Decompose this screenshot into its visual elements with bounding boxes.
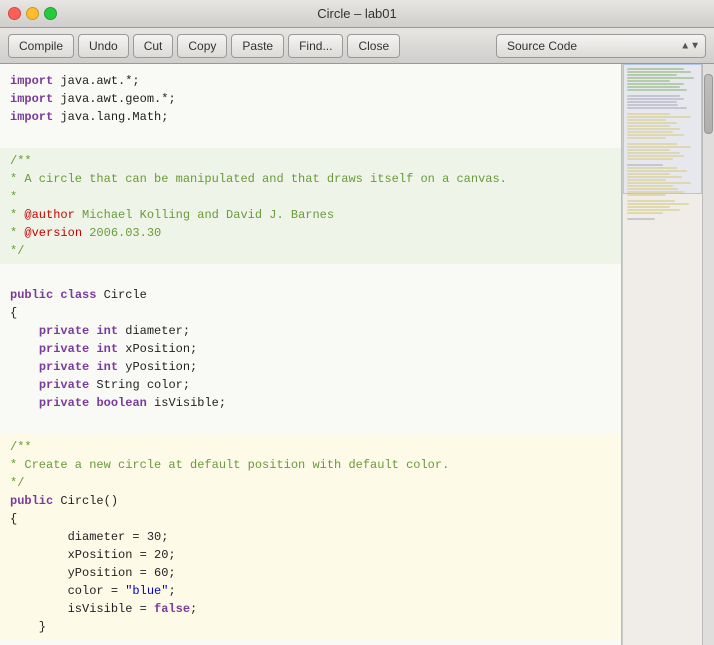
- compile-button[interactable]: Compile: [8, 34, 74, 58]
- title-bar: Circle – lab01: [0, 0, 714, 28]
- paste-button[interactable]: Paste: [231, 34, 284, 58]
- imports: import java.awt.*;import java.awt.geom.*…: [10, 72, 611, 126]
- fields: private int diameter; private int xPosit…: [10, 322, 611, 412]
- maximize-window-button[interactable]: [44, 7, 57, 20]
- minimap[interactable]: [622, 64, 702, 645]
- scrollbar[interactable]: [702, 64, 714, 645]
- cut-button[interactable]: Cut: [133, 34, 174, 58]
- copy-button[interactable]: Copy: [177, 34, 227, 58]
- window-controls: [8, 7, 57, 20]
- class-declaration: public class Circle{: [10, 286, 611, 322]
- scroll-track[interactable]: [703, 64, 714, 645]
- scroll-thumb[interactable]: [704, 74, 713, 134]
- constructor-block: /** * Create a new circle at default pos…: [0, 434, 621, 640]
- window-title: Circle – lab01: [317, 6, 397, 21]
- source-select-wrapper: Source Code Compiled Code Documentation …: [496, 34, 706, 58]
- source-select[interactable]: Source Code Compiled Code Documentation: [496, 34, 706, 58]
- class-comment: /** * A circle that can be manipulated a…: [0, 148, 621, 264]
- close-button[interactable]: Close: [347, 34, 400, 58]
- code-editor[interactable]: import java.awt.*;import java.awt.geom.*…: [0, 64, 622, 645]
- undo-button[interactable]: Undo: [78, 34, 129, 58]
- main-area: import java.awt.*;import java.awt.geom.*…: [0, 64, 714, 645]
- close-window-button[interactable]: [8, 7, 21, 20]
- minimize-window-button[interactable]: [26, 7, 39, 20]
- find-button[interactable]: Find...: [288, 34, 343, 58]
- toolbar: Compile Undo Cut Copy Paste Find... Clos…: [0, 28, 714, 64]
